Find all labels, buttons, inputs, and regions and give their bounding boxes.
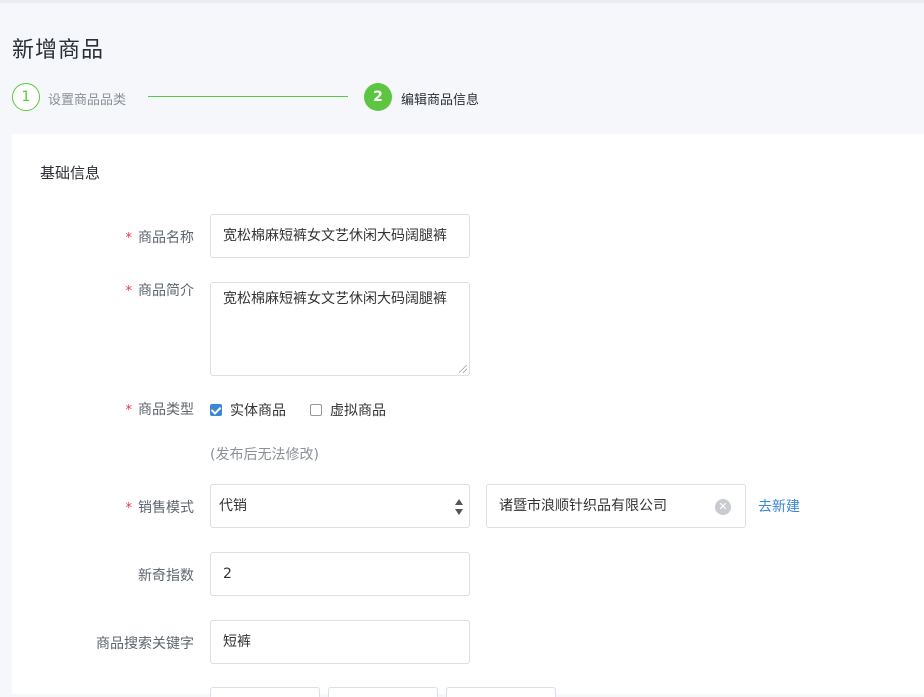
form-panel: 基础信息 * 商品名称 宽松棉麻短裤女文艺休闲大码阔腿裤 * 商品简介 宽松棉麻短裤…: [12, 134, 924, 697]
step-2-number: 2: [364, 83, 392, 111]
virtual-product-checkbox[interactable]: [310, 404, 322, 416]
select-arrows-icon: [455, 499, 463, 515]
virtual-product-label[interactable]: 虚拟商品: [330, 400, 386, 420]
clear-icon[interactable]: ✕: [715, 499, 731, 515]
step-2-label: 编辑商品信息: [401, 93, 480, 108]
keywords-label: 商品搜索关键字: [96, 636, 194, 652]
step-connector: [148, 96, 348, 97]
create-supplier-link[interactable]: 去新建: [758, 496, 800, 516]
intro-label: * 商品简介: [125, 283, 195, 299]
product-name-input[interactable]: 宽松棉麻短裤女文艺休闲大码阔腿裤: [210, 214, 470, 258]
resize-handle-icon[interactable]: [459, 365, 467, 373]
top-bar: [0, 0, 924, 3]
section-title: 基础信息: [40, 164, 101, 182]
search-keywords-input[interactable]: 短裤: [210, 620, 470, 664]
steps-indicator: 1 设置商品品类 2 编辑商品信息: [12, 83, 612, 111]
required-mark: *: [125, 501, 133, 516]
sales-mode-label: * 销售模式: [125, 500, 195, 516]
page-title: 新增商品: [12, 38, 105, 63]
novelty-index-input[interactable]: 2: [210, 552, 470, 596]
supplier-input[interactable]: 诸暨市浪顺针织品有限公司 ✕: [486, 484, 746, 528]
type-hint: (发布后无法修改): [210, 447, 319, 463]
physical-product-checkbox[interactable]: [210, 404, 222, 416]
required-mark: *: [125, 403, 133, 418]
required-mark: *: [125, 284, 133, 299]
step-1-label: 设置商品品类: [48, 93, 127, 108]
type-label: * 商品类型: [125, 402, 195, 418]
required-mark: *: [125, 231, 133, 246]
sales-mode-select[interactable]: 代销: [210, 484, 470, 528]
step-1-number: 1: [12, 83, 40, 111]
novelty-label: 新奇指数: [138, 568, 194, 584]
product-intro-textarea[interactable]: 宽松棉麻短裤女文艺休闲大码阔腿裤: [210, 282, 470, 376]
physical-product-label[interactable]: 实体商品: [230, 400, 286, 420]
name-label: * 商品名称: [125, 230, 195, 246]
